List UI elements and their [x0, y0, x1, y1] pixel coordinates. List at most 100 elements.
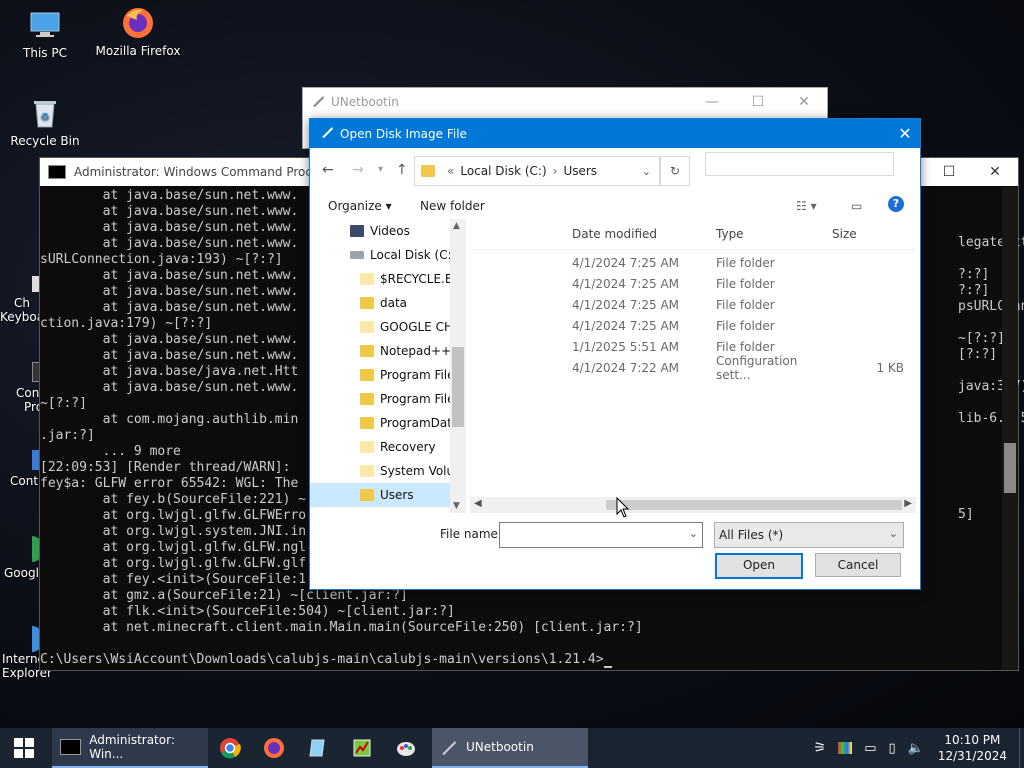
nav-item[interactable]: data: [310, 291, 466, 315]
address-bar[interactable]: « Local Disk (C:) › Users ⌄: [414, 156, 660, 186]
taskbar: Administrator: Win... UNetbootin ⚞ ▭ ▯ 🔈…: [0, 728, 1024, 768]
file-list-horizontal-scrollbar[interactable]: ◀ ▶: [470, 497, 916, 513]
nav-item-label: Notepad++: [380, 344, 452, 358]
cancel-button[interactable]: Cancel: [815, 553, 901, 577]
notepad-icon: [309, 739, 325, 757]
folder-icon: [360, 441, 374, 453]
scrollbar-thumb[interactable]: [452, 347, 464, 427]
cmd-scrollbar[interactable]: [1002, 187, 1018, 670]
cmd-line: C:\Users\WsiAccount\Downloads\calubjs-ma…: [40, 652, 1002, 668]
taskbar-cmd-window[interactable]: Administrator: Win...: [52, 728, 208, 768]
breadcrumb-separator-icon[interactable]: ›: [553, 164, 558, 178]
dialog-title-bar[interactable]: Open Disk Image File ✕: [310, 119, 920, 148]
desktop-icon-label: Mozilla Firefox: [95, 44, 181, 58]
view-options-icon[interactable]: ☷ ▾: [796, 199, 817, 213]
nav-item[interactable]: Users: [310, 483, 466, 507]
file-type-value: All Files (*): [719, 528, 784, 542]
color-app-icon[interactable]: [838, 742, 853, 754]
maximize-button[interactable]: ☐: [926, 158, 972, 186]
scroll-left-arrow-icon[interactable]: ◀: [474, 498, 482, 509]
taskbar-firefox[interactable]: [252, 728, 296, 768]
nav-item[interactable]: System Volun: [310, 459, 466, 483]
open-button[interactable]: Open: [715, 553, 803, 579]
close-button[interactable]: ✕: [890, 124, 920, 143]
cmd-line: at net.minecraft.client.main.Main.main(S…: [40, 620, 643, 635]
taskbar-app-green[interactable]: [340, 728, 384, 768]
cmd-line: [40, 636, 1002, 652]
scroll-right-arrow-icon[interactable]: ▶: [904, 498, 912, 509]
new-folder-button[interactable]: New folder: [420, 199, 485, 213]
column-header-type[interactable]: Type: [716, 227, 832, 241]
file-name-input[interactable]: [503, 524, 677, 546]
folder-icon: [360, 345, 374, 357]
scroll-down-arrow-icon[interactable]: ▼: [453, 501, 460, 511]
nav-item[interactable]: Local Disk (C:): [310, 243, 466, 267]
breadcrumb-local-disk[interactable]: Local Disk (C:): [460, 164, 546, 178]
file-type-select[interactable]: All Files (*) ⌄: [714, 522, 904, 548]
file-row[interactable]: 4/1/2024 7:25 AM File folder: [470, 252, 916, 273]
forward-arrow-icon[interactable]: →: [352, 162, 364, 178]
nav-item[interactable]: Program Files: [310, 363, 466, 387]
taskbar-app-paint[interactable]: [384, 728, 428, 768]
back-arrow-icon[interactable]: ←: [322, 162, 334, 178]
clock[interactable]: 10:10 PM 12/31/2024: [938, 732, 1007, 764]
column-header-date[interactable]: Date modified: [570, 227, 716, 241]
search-input[interactable]: [705, 152, 894, 176]
breadcrumb-users[interactable]: Users: [563, 164, 597, 178]
usb-drive-icon[interactable]: ▯: [888, 741, 895, 756]
scrollbar-thumb[interactable]: [1004, 443, 1016, 493]
display-icon[interactable]: ▭: [864, 741, 876, 756]
start-button[interactable]: [0, 728, 48, 768]
close-button[interactable]: ✕: [781, 94, 827, 110]
firefox-shortcut[interactable]: Mozilla Firefox: [93, 6, 183, 58]
chevron-down-icon[interactable]: ⌄: [689, 527, 698, 540]
scroll-up-arrow-icon[interactable]: ▲: [453, 221, 460, 231]
file-row[interactable]: 4/1/2024 7:22 AM Configuration sett... 1 K…: [470, 354, 916, 382]
recent-locations-chevron-icon[interactable]: ▾: [378, 164, 383, 175]
organize-button[interactable]: Organize ▾: [328, 199, 392, 213]
nav-pane-scrollbar[interactable]: ▲ ▼: [450, 219, 466, 513]
file-name-combobox[interactable]: ⌄: [499, 522, 703, 548]
taskbar-chrome[interactable]: [208, 728, 252, 768]
refresh-button[interactable]: ↻: [660, 156, 690, 186]
nav-item[interactable]: GOOGLE CHR: [310, 315, 466, 339]
navigation-pane[interactable]: Videos Local Disk (C:) $RECYCLE.BIN data GOO…: [310, 219, 466, 513]
column-header-size[interactable]: Size: [832, 227, 904, 241]
system-tray: ⚞ ▭ ▯ 🔈 10:10 PM 12/31/2024: [808, 728, 1024, 768]
clock-date: 12/31/2024: [937, 749, 1007, 763]
recycle-bin-shortcut[interactable]: ♻ Recycle Bin: [0, 96, 90, 148]
network-icon[interactable]: ⚞: [814, 740, 827, 756]
file-row[interactable]: 4/1/2024 7:25 AM File folder: [470, 273, 916, 294]
file-list[interactable]: Date modified Type Size 4/1/2024 7:25 AM…: [470, 219, 916, 489]
folder-icon: [421, 165, 435, 177]
speaker-muted-icon[interactable]: 🔈: [908, 741, 924, 756]
taskbar-app-blue[interactable]: [296, 728, 340, 768]
preview-pane-icon[interactable]: ▭: [851, 199, 862, 213]
unetbootin-title: UNetbootin: [331, 95, 399, 109]
scrollbar-thumb[interactable]: [606, 500, 902, 510]
breadcrumb-overflow[interactable]: «: [447, 164, 454, 178]
file-row[interactable]: 1/1/2025 5:51 AM File folder: [470, 336, 916, 357]
unetbootin-title-bar[interactable]: UNetbootin — ☐ ✕: [303, 88, 827, 116]
up-arrow-icon[interactable]: ↑: [396, 162, 408, 178]
nav-item[interactable]: Videos: [310, 219, 466, 243]
nav-item[interactable]: $RECYCLE.BIN: [310, 267, 466, 291]
nav-item[interactable]: Program Files: [310, 387, 466, 411]
file-row[interactable]: 4/1/2024 7:25 AM File folder: [470, 294, 916, 315]
taskbar-window-label: UNetbootin: [466, 740, 534, 754]
minimize-button[interactable]: —: [689, 94, 735, 110]
folder-icon: [360, 369, 374, 381]
nav-item[interactable]: Recovery: [310, 435, 466, 459]
taskbar-unetbootin-window[interactable]: UNetbootin: [432, 728, 588, 768]
help-icon[interactable]: ?: [888, 196, 904, 212]
this-pc-shortcut[interactable]: This PC: [0, 8, 90, 60]
chevron-down-icon[interactable]: ⌄: [642, 165, 651, 178]
close-button[interactable]: ✕: [972, 158, 1018, 186]
nav-item[interactable]: ProgramData: [310, 411, 466, 435]
open-file-dialog[interactable]: Open Disk Image File ✕ ← → ▾ ↑ « Local D…: [309, 118, 921, 590]
show-desktop-button[interactable]: [1019, 728, 1024, 768]
file-row[interactable]: 4/1/2024 7:25 AM File folder: [470, 315, 916, 336]
file-date-cell: 4/1/2024 7:25 AM: [572, 318, 680, 333]
nav-item[interactable]: Notepad++: [310, 339, 466, 363]
maximize-button[interactable]: ☐: [735, 94, 781, 110]
